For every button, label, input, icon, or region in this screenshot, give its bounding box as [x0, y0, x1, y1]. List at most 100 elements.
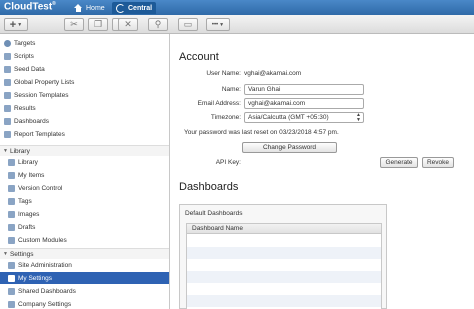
- dashboards-table: Dashboard Name: [186, 223, 382, 309]
- sidebar-item-custom-modules[interactable]: Custom Modules: [0, 234, 169, 246]
- sidebar-item-label: Dashboards: [14, 117, 50, 125]
- username-label: User Name:: [206, 70, 241, 77]
- sidebar-item-label: Images: [18, 210, 40, 218]
- sidebar-item-label: Drafts: [18, 223, 36, 231]
- email-label: Email Address:: [197, 100, 241, 107]
- cut-button[interactable]: ✂: [64, 18, 84, 31]
- module-icon: [8, 236, 15, 244]
- admin-icon: [8, 261, 15, 269]
- table-row[interactable]: [187, 271, 381, 283]
- sidebar-item-library[interactable]: Library: [0, 156, 169, 168]
- sidebar-item-label: Site Administration: [18, 261, 72, 269]
- property-list-icon: [4, 78, 11, 86]
- panel-title: Default Dashboards: [185, 210, 243, 217]
- table-row[interactable]: [187, 247, 381, 259]
- target-icon: [4, 39, 11, 47]
- sidebar-item-shared-dashboards[interactable]: Shared Dashboards: [0, 285, 169, 297]
- generate-button[interactable]: Generate: [380, 157, 418, 168]
- sidebar-item-label: Results: [14, 104, 36, 112]
- dashboards-heading: Dashboards: [179, 181, 239, 193]
- table-row[interactable]: [187, 235, 381, 247]
- copy-icon: ❐: [93, 19, 103, 29]
- app-title-mark: ®: [52, 1, 56, 7]
- sidebar-item-label: Targets: [14, 39, 36, 47]
- session-template-icon: [4, 91, 11, 99]
- sidebar-item-my-items[interactable]: My Items: [0, 169, 169, 181]
- sidebar-item-site-administration[interactable]: Site Administration: [0, 259, 169, 271]
- nav-central[interactable]: Central: [112, 2, 157, 14]
- search-button[interactable]: ⚲: [148, 18, 168, 31]
- timezone-value: Asia/Calcutta (GMT +05:30): [248, 114, 329, 121]
- tag-icon: [8, 197, 15, 205]
- sidebar-item-label: Custom Modules: [18, 236, 67, 244]
- script-icon: [4, 52, 11, 60]
- more-icon: •••: [211, 21, 219, 28]
- delete-icon: ✕: [124, 19, 132, 29]
- cut-icon: ✂: [70, 19, 78, 29]
- sidebar-group-label: Library: [9, 147, 30, 155]
- username-value: vghai@akamai.com: [244, 70, 302, 77]
- sidebar-item-label: Company Settings: [18, 300, 72, 308]
- more-button[interactable]: ••• ▼: [206, 18, 230, 31]
- nav-home[interactable]: Home: [70, 2, 109, 14]
- add-button[interactable]: + ▼: [4, 18, 28, 31]
- shared-dashboard-icon: [8, 287, 15, 295]
- collapse-icon: ▼: [3, 251, 8, 257]
- table-row[interactable]: [187, 259, 381, 271]
- account-heading: Account: [179, 51, 219, 63]
- email-field[interactable]: vghai@akamai.com: [244, 98, 364, 109]
- sidebar-item-tags[interactable]: Tags: [0, 195, 169, 207]
- select-arrows-icon: ▲ ▼: [356, 112, 361, 123]
- sidebar-item-dashboards[interactable]: Dashboards: [0, 115, 169, 127]
- sidebar-item-drafts[interactable]: Drafts: [0, 221, 169, 233]
- sidebar-item-label: My Settings: [18, 274, 52, 282]
- sidebar-item-scripts[interactable]: Scripts: [0, 50, 169, 62]
- revoke-button[interactable]: Revoke: [422, 157, 454, 168]
- chevron-down-icon: ▼: [17, 21, 23, 28]
- sidebar-item-label: Global Property Lists: [14, 78, 75, 86]
- sidebar-item-label: Library: [18, 158, 38, 166]
- sidebar-item-report-templates[interactable]: Report Templates: [0, 128, 169, 140]
- home-icon: [74, 4, 83, 12]
- library-icon: [8, 158, 15, 166]
- user-icon: [8, 274, 15, 282]
- sidebar-group-label: Settings: [9, 250, 34, 258]
- sidebar-item-session-templates[interactable]: Session Templates: [0, 89, 169, 101]
- table-row[interactable]: [187, 295, 381, 307]
- print-button[interactable]: ▭: [178, 18, 198, 31]
- api-key-label: API Key:: [215, 159, 241, 166]
- my-items-icon: [8, 171, 15, 179]
- print-icon: ▭: [183, 19, 193, 29]
- sidebar-item-global-property-lists[interactable]: Global Property Lists: [0, 76, 169, 88]
- add-icon: +: [9, 18, 17, 31]
- sidebar-item-label: Shared Dashboards: [18, 287, 76, 295]
- seed-data-icon: [4, 65, 11, 73]
- main-content: Account User Name: vghai@akamai.com Name…: [171, 34, 474, 309]
- sidebar-group-settings[interactable]: ▼ Settings: [0, 248, 169, 259]
- sidebar-item-results[interactable]: Results: [0, 102, 169, 114]
- sidebar-item-label: Scripts: [14, 52, 34, 60]
- sidebar-item-company-settings[interactable]: Company Settings: [0, 298, 169, 309]
- app-title: CloudTest: [4, 1, 53, 13]
- password-note: Your password was last reset on 03/23/20…: [184, 129, 339, 136]
- copy-button[interactable]: ❐: [88, 18, 108, 31]
- sidebar-item-my-settings[interactable]: My Settings: [0, 272, 169, 284]
- sidebar-item-version-control[interactable]: Version Control: [0, 182, 169, 194]
- timezone-select[interactable]: Asia/Calcutta (GMT +05:30) ▲ ▼: [244, 112, 364, 123]
- sidebar-item-targets[interactable]: Targets: [0, 37, 169, 49]
- sidebar-item-label: Tags: [18, 197, 32, 205]
- sidebar-item-label: Version Control: [18, 184, 63, 192]
- version-control-icon: [8, 184, 15, 192]
- name-label: Name:: [221, 86, 241, 93]
- sidebar-item-seed-data[interactable]: Seed Data: [0, 63, 169, 75]
- change-password-button[interactable]: Change Password: [242, 142, 337, 153]
- table-row[interactable]: [187, 283, 381, 295]
- sidebar-group-library[interactable]: ▼ Library: [0, 145, 169, 156]
- column-header-dashboard-name[interactable]: Dashboard Name: [187, 224, 381, 234]
- sidebar-item-images[interactable]: Images: [0, 208, 169, 220]
- delete-button[interactable]: ✕: [118, 18, 138, 31]
- nav-central-label: Central: [128, 4, 153, 12]
- name-field[interactable]: Varun Ghai: [244, 84, 364, 95]
- nav-home-label: Home: [86, 4, 105, 12]
- toolbar: +▼ ✂ ❐ ▤ ✕ ⚲ ▭ •••▼: [0, 15, 474, 34]
